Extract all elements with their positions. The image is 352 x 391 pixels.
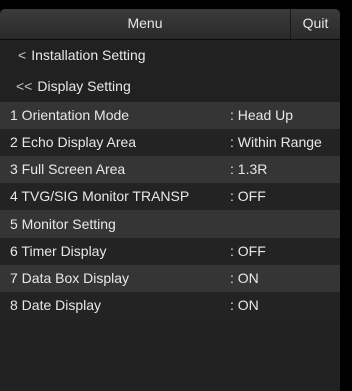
item-value: : Head Up bbox=[230, 107, 294, 123]
menu-item-full-screen-area[interactable]: 3 Full Screen Area : 1.3R bbox=[0, 156, 340, 183]
menu-item-timer-display[interactable]: 6 Timer Display : OFF bbox=[0, 238, 340, 265]
quit-button[interactable]: Quit bbox=[291, 9, 340, 39]
menu-item-date-display[interactable]: 8 Date Display : ON bbox=[0, 292, 340, 319]
titlebar: Menu Quit bbox=[0, 9, 340, 40]
screen: Menu Quit < Installation Setting << Displa… bbox=[0, 0, 352, 391]
item-label: 4 TVG/SIG Monitor TRANSP bbox=[10, 188, 190, 204]
item-label: 3 Full Screen Area bbox=[10, 161, 126, 177]
item-label: 5 Monitor Setting bbox=[10, 216, 116, 232]
menu-item-data-box-display[interactable]: 7 Data Box Display : ON bbox=[0, 265, 340, 292]
item-label: 2 Echo Display Area bbox=[10, 134, 137, 150]
item-label: 1 Orientation Mode bbox=[10, 107, 130, 123]
double-chevron-left-icon: << bbox=[16, 78, 33, 94]
menu-panel: Menu Quit < Installation Setting << Displa… bbox=[0, 9, 340, 391]
item-value: : OFF bbox=[230, 188, 266, 204]
back-display-label: Display Setting bbox=[37, 78, 131, 94]
item-label: 8 Date Display bbox=[10, 297, 102, 313]
menu-item-echo-display-area[interactable]: 2 Echo Display Area : Within Range bbox=[0, 129, 340, 156]
menu-title: Menu bbox=[127, 15, 163, 31]
item-label: 6 Timer Display bbox=[10, 243, 107, 259]
menu-item-monitor-setting[interactable]: 5 Monitor Setting bbox=[0, 210, 340, 238]
menu-item-orientation-mode[interactable]: 1 Orientation Mode : Head Up bbox=[0, 102, 340, 129]
back-installation-setting[interactable]: < Installation Setting bbox=[0, 40, 340, 70]
item-value: : OFF bbox=[230, 243, 266, 259]
item-value: : 1.3R bbox=[230, 161, 268, 177]
back-display-setting[interactable]: << Display Setting bbox=[0, 71, 340, 101]
item-value: : ON bbox=[230, 297, 259, 313]
item-value: : Within Range bbox=[230, 134, 322, 150]
item-label: 7 Data Box Display bbox=[10, 270, 130, 286]
item-value: : ON bbox=[230, 270, 259, 286]
menu-item-tvg-sig-monitor-transp[interactable]: 4 TVG/SIG Monitor TRANSP : OFF bbox=[0, 183, 340, 210]
chevron-left-icon: < bbox=[18, 47, 27, 63]
back-installation-label: Installation Setting bbox=[31, 47, 146, 63]
